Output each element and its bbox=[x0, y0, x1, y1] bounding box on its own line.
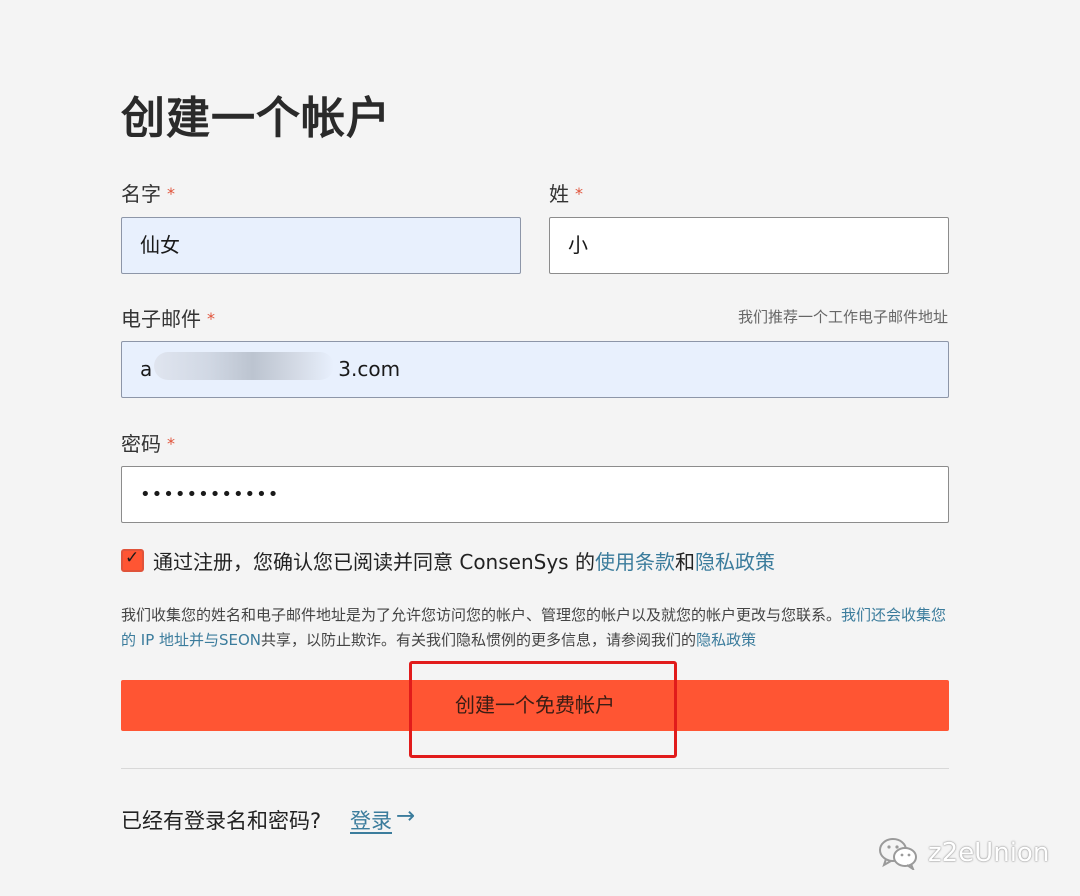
required-mark: * bbox=[207, 309, 215, 328]
first-name-label: 名字 * bbox=[121, 178, 175, 207]
email-value-start: a bbox=[140, 357, 153, 381]
password-label: 密码 * bbox=[121, 428, 175, 457]
privacy-note-text: 我们收集您的姓名和电子邮件地址是为了允许您访问您的帐户、管理您的帐户以及就您的帐… bbox=[121, 606, 842, 624]
password-value: •••••••••••• bbox=[140, 484, 280, 505]
password-input[interactable]: •••••••••••• bbox=[121, 466, 949, 523]
annotation-highlight-box bbox=[409, 661, 677, 758]
privacy-policy-link[interactable]: 隐私政策 bbox=[695, 550, 775, 574]
signin-prompt: 已经有登录名和密码? bbox=[121, 809, 322, 833]
first-name-input[interactable]: 仙女 bbox=[121, 217, 521, 274]
privacy-note: 我们收集您的姓名和电子邮件地址是为了允许您访问您的帐户、管理您的帐户以及就您的帐… bbox=[121, 603, 956, 653]
checkmark-icon: ✓ bbox=[125, 548, 140, 568]
first-name-label-text: 名字 bbox=[121, 182, 161, 206]
wechat-icon bbox=[879, 838, 917, 870]
consent-joiner: 和 bbox=[674, 550, 695, 574]
arrow-right-icon[interactable]: → bbox=[396, 803, 415, 829]
email-label-text: 电子邮件 bbox=[121, 307, 201, 331]
terms-of-use-link[interactable]: 使用条款 bbox=[595, 550, 675, 574]
password-label-text: 密码 bbox=[121, 432, 161, 456]
last-name-label-text: 姓 bbox=[549, 182, 569, 206]
last-name-label: 姓 * bbox=[549, 178, 583, 207]
page-title: 创建一个帐户 bbox=[121, 93, 391, 144]
watermark: z2eUnion bbox=[878, 833, 1049, 873]
consent-prefix: 通过注册，您确认您已阅读并同意 ConsenSys 的 bbox=[153, 550, 595, 574]
consent-text: 通过注册，您确认您已阅读并同意 ConsenSys 的使用条款和隐私政策 bbox=[153, 546, 775, 575]
last-name-value: 小 bbox=[568, 233, 588, 257]
last-name-input[interactable]: 小 bbox=[549, 217, 949, 274]
required-mark: * bbox=[167, 434, 175, 453]
required-mark: * bbox=[167, 184, 175, 203]
privacy-note-after: 共享，以防止欺诈。有关我们隐私惯例的更多信息，请参阅我们的 bbox=[261, 631, 697, 649]
required-mark: * bbox=[575, 184, 583, 203]
privacy-policy-note-link[interactable]: 隐私政策 bbox=[696, 631, 756, 649]
first-name-value: 仙女 bbox=[140, 233, 180, 257]
consent-checkbox[interactable]: ✓ bbox=[121, 548, 144, 572]
signin-link[interactable]: 登录 bbox=[350, 805, 392, 835]
watermark-text: z2eUnion bbox=[928, 838, 1050, 868]
email-label: 电子邮件 * bbox=[121, 303, 215, 332]
email-value-end: 3.com bbox=[338, 357, 401, 381]
divider bbox=[121, 768, 949, 769]
email-redaction-blur bbox=[154, 352, 334, 380]
email-hint: 我们推荐一个工作电子邮件地址 bbox=[737, 308, 948, 326]
